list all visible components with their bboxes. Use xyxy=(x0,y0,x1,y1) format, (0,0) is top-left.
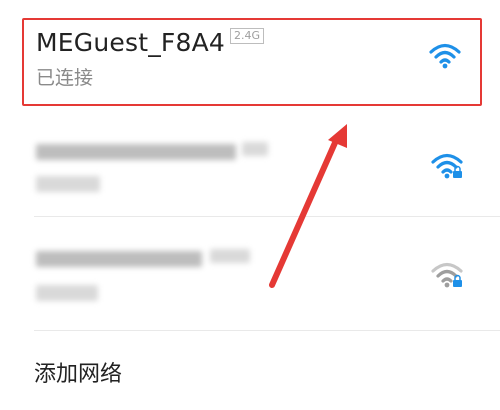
annotation-arrow xyxy=(269,124,347,288)
